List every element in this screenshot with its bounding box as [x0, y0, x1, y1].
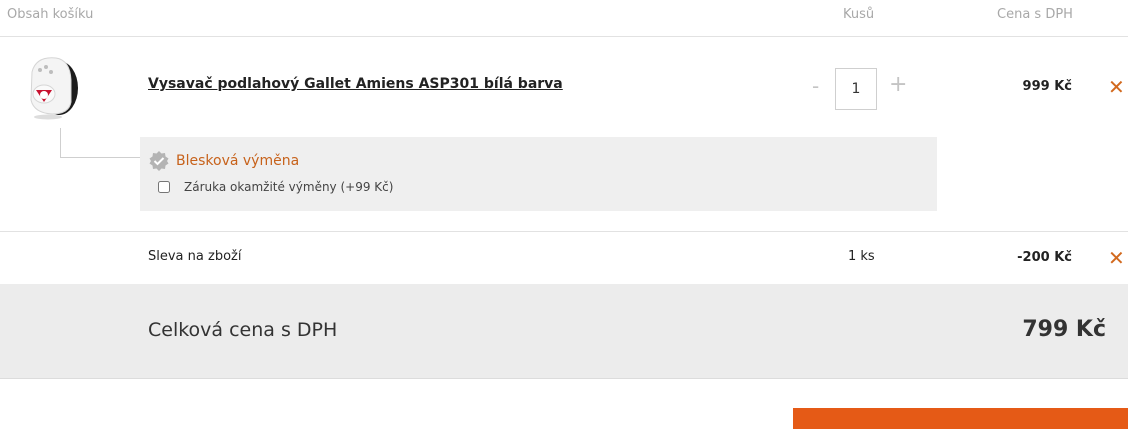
- remove-discount-icon[interactable]: ✕: [1108, 248, 1125, 268]
- discount-label: Sleva na zboží: [148, 249, 242, 264]
- service-title: Blesková výměna: [176, 153, 300, 169]
- total-divider: [0, 378, 1128, 379]
- vacuum-cleaner-icon: [30, 57, 78, 120]
- row-divider: [0, 231, 1128, 232]
- badge-check-icon: [148, 150, 170, 172]
- discount-quantity: 1 ks: [848, 249, 875, 264]
- service-connector-branch: [60, 157, 140, 158]
- product-price: 999 Kč: [1022, 79, 1072, 94]
- service-option-checkbox[interactable]: [158, 181, 170, 193]
- header-quantity-label: Kusů: [843, 7, 875, 22]
- quantity-input[interactable]: [835, 68, 877, 110]
- continue-button[interactable]: [793, 408, 1128, 429]
- header-items-label: Obsah košíku: [7, 7, 94, 22]
- total-value: 799 Kč: [1022, 317, 1106, 342]
- header-divider: [0, 36, 1128, 37]
- quantity-decrease-button[interactable]: -: [812, 74, 819, 98]
- service-option-label[interactable]: Záruka okamžité výměny (+99 Kč): [184, 180, 393, 194]
- product-name-link[interactable]: Vysavač podlahový Gallet Amiens ASP301 b…: [148, 76, 563, 92]
- service-panel: [140, 137, 937, 211]
- total-label: Celková cena s DPH: [148, 319, 338, 341]
- product-image[interactable]: [22, 50, 82, 120]
- header-price-label: Cena s DPH: [997, 7, 1073, 22]
- service-connector-line: [60, 128, 61, 158]
- quantity-increase-button[interactable]: +: [889, 72, 907, 97]
- remove-product-icon[interactable]: ✕: [1108, 77, 1125, 97]
- discount-price: -200 Kč: [1017, 250, 1072, 265]
